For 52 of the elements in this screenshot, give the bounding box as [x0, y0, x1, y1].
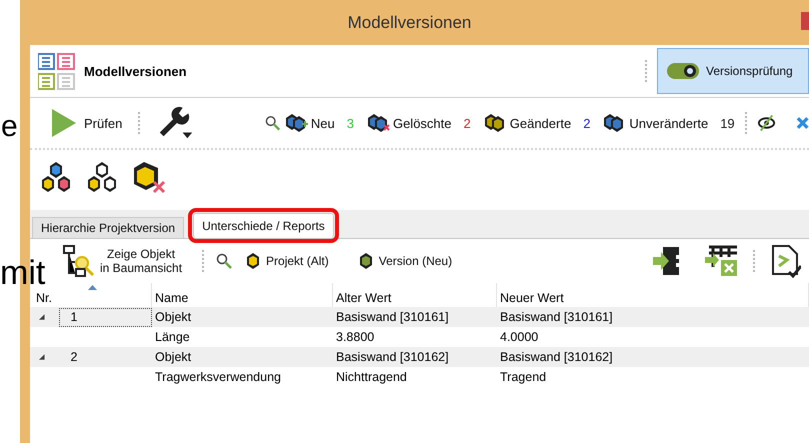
- expand-arrow-icon[interactable]: [38, 353, 46, 361]
- table-export-icon[interactable]: [703, 245, 739, 277]
- new-version-button[interactable]: Version (Neu): [358, 253, 452, 269]
- cube-delete-icon[interactable]: [132, 162, 166, 194]
- tab[interactable]: Hierarchie Projektversion: [32, 217, 184, 238]
- version-check-toggle[interactable]: Versionsprüfung: [657, 48, 809, 94]
- table-cell: Basiswand [310161]: [336, 310, 449, 324]
- column-header[interactable]: Nr.: [36, 291, 52, 305]
- filter-count: 2: [464, 116, 471, 130]
- table-cell: Objekt: [155, 350, 192, 364]
- table-cell: Tragwerksverwendung: [155, 370, 281, 384]
- cubes-icon: [368, 114, 390, 132]
- column-header[interactable]: Neuer Wert: [500, 291, 564, 305]
- row-number: 2: [69, 349, 78, 366]
- column-header[interactable]: Name: [155, 291, 188, 305]
- cube-icon: [246, 253, 260, 269]
- column-header[interactable]: Alter Wert: [336, 291, 392, 305]
- show-in-tree-button[interactable]: Zeige Objekt in Baumansicht: [62, 244, 182, 278]
- filter-count: 19: [720, 116, 735, 130]
- tree-search-icon: [62, 244, 96, 278]
- filter-count: 3: [346, 116, 354, 130]
- search-icon[interactable]: [264, 115, 280, 131]
- filter-button[interactable]: Neu: [286, 114, 335, 132]
- play-icon: [52, 109, 76, 137]
- filter-count: 2: [583, 116, 590, 130]
- table-cell: Objekt: [155, 310, 192, 324]
- slide-text: e: [1, 112, 18, 142]
- filter-button[interactable]: Geänderte: [484, 114, 572, 132]
- window-title: Modellversionen: [348, 12, 472, 32]
- search-icon[interactable]: [216, 253, 232, 269]
- table-cell: Tragend: [500, 370, 546, 384]
- table-cell: Basiswand [310162]: [500, 350, 613, 364]
- cube-icon: [358, 253, 373, 269]
- filter-button[interactable]: Unveränderte: [604, 114, 708, 132]
- table-cell: Basiswand [310162]: [336, 350, 449, 364]
- document-link-check-icon[interactable]: [769, 244, 801, 278]
- old-project-button[interactable]: Projekt (Alt): [246, 253, 329, 269]
- close-icon[interactable]: [796, 116, 809, 130]
- table-cell: Nichttragend: [336, 370, 407, 384]
- sort-arrow-icon[interactable]: [88, 285, 97, 290]
- toggle-switch-icon: [666, 62, 700, 80]
- table-cell: Länge: [155, 330, 190, 344]
- eye-icon[interactable]: [756, 114, 776, 132]
- table-cell: Basiswand [310161]: [500, 310, 613, 324]
- run-check-button[interactable]: Prüfen: [52, 109, 122, 137]
- table-cell: 4.0000: [500, 330, 538, 344]
- module-title: Modellversionen: [84, 64, 188, 78]
- cubes-icon: [484, 114, 507, 132]
- table-cell: 3.8800: [336, 330, 374, 344]
- cubes-icon: [286, 114, 308, 132]
- expand-arrow-icon[interactable]: [38, 313, 46, 321]
- filter-button[interactable]: Gelöschte: [368, 114, 452, 132]
